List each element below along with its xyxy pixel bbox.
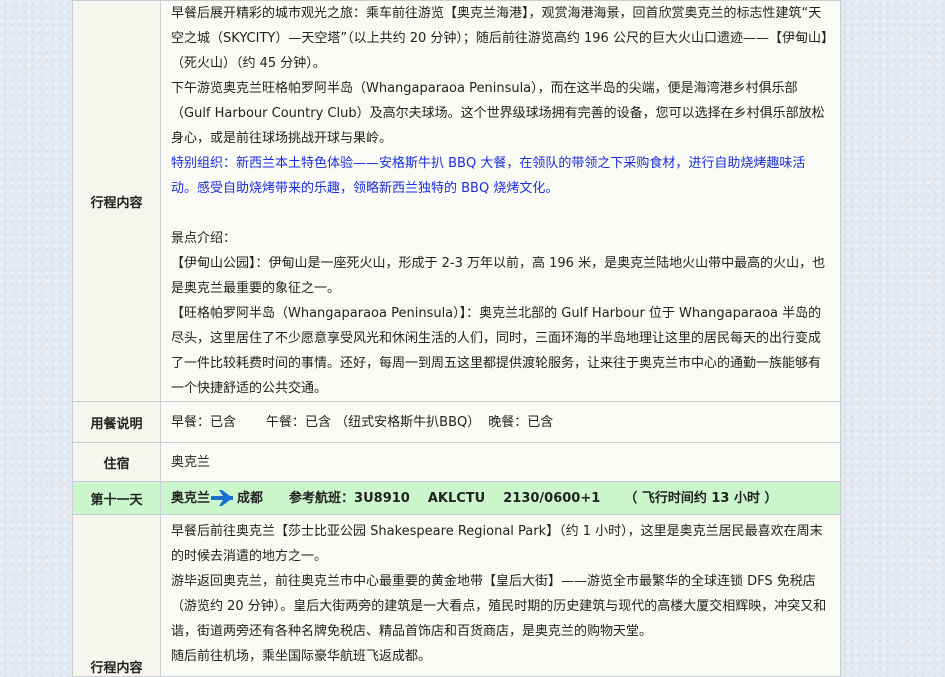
- meals-row: 用餐说明 早餐：已含 午餐：已含 （纽式安格斯牛扒BBQ） 晚餐：已含: [72, 401, 841, 443]
- intro-paragraph: 【伊甸山公园】：伊甸山是一座死火山，形成于 2-3 万年以前，高 196 米，是…: [171, 256, 826, 296]
- paragraph: 游毕返回奥克兰，前往奥克兰市中心最重要的黄金地带【皇后大街】——游览全市最繁华的…: [171, 574, 827, 639]
- day-header-row: 第十一天 奥克兰 成都 参考航班：3U8910 AKLCTU 2130/0600+1 （ …: [72, 481, 841, 515]
- lunch: 午餐：已含 （纽式安格斯牛扒BBQ）: [266, 414, 481, 430]
- breakfast: 早餐：已含: [171, 414, 237, 430]
- row-label: 行程内容: [72, 514, 161, 677]
- arrival-city: 成都: [237, 490, 264, 506]
- itinerary-table-wrapper: 行程内容 早餐后展开精彩的城市观光之旅：乘车前往游览【奥克兰海港】，观赏海港海景…: [72, 0, 841, 677]
- paragraph: 随后前往机场，乘坐国际豪华航班飞返成都。: [171, 649, 432, 664]
- itinerary-row: 行程内容 早餐后展开精彩的城市观光之旅：乘车前往游览【奥克兰海港】，观赏海港海景…: [72, 0, 841, 402]
- dinner: 晚餐：已含: [488, 414, 554, 430]
- row-label: 行程内容: [72, 0, 161, 402]
- lodging-row: 住宿 奥克兰: [72, 442, 841, 482]
- special-activity: 特别组织：新西兰本土特色体验——安格斯牛扒 BBQ 大餐，在领队的带领之下采购食…: [171, 156, 806, 196]
- day-header-content: 奥克兰 成都 参考航班：3U8910 AKLCTU 2130/0600+1 （ 飞行时间约…: [160, 481, 841, 515]
- flight-duration: （ 飞行时间约 13 小时 ）: [624, 490, 778, 506]
- lodging-value: 奥克兰: [160, 442, 841, 482]
- flight-number: 3U8910: [354, 490, 410, 506]
- departure-city: 奥克兰: [171, 490, 211, 506]
- itinerary-content: 早餐后前往奥克兰【莎士比亚公园 Shakespeare Regional Par…: [160, 514, 841, 677]
- plane-arrow-icon: [211, 490, 234, 506]
- intro-paragraph: 【旺格帕罗阿半岛（Whangaparaoa Peninsula）】：奥克兰北部的…: [171, 306, 822, 396]
- day-label: 第十一天: [72, 481, 161, 515]
- intro-heading: 景点介绍：: [171, 231, 237, 246]
- itinerary-row: 行程内容 早餐后前往奥克兰【莎士比亚公园 Shakespeare Regiona…: [72, 514, 841, 677]
- paragraph: 早餐后前往奥克兰【莎士比亚公园 Shakespeare Regional Par…: [171, 524, 823, 564]
- paragraph: 下午游览奥克兰旺格帕罗阿半岛（Whangaparaoa Peninsula），而…: [171, 81, 825, 146]
- row-label: 用餐说明: [72, 401, 161, 443]
- flight-label: 参考航班：: [289, 490, 355, 506]
- paragraph: 早餐后展开精彩的城市观光之旅：乘车前往游览【奥克兰海港】，观赏海港海景，回首欣赏…: [171, 6, 828, 71]
- itinerary-content: 早餐后展开精彩的城市观光之旅：乘车前往游览【奥克兰海港】，观赏海港海景，回首欣赏…: [160, 0, 841, 402]
- flight-route: AKLCTU: [427, 490, 486, 506]
- itinerary-table: 行程内容 早餐后展开精彩的城市观光之旅：乘车前往游览【奥克兰海港】，观赏海港海景…: [72, 0, 841, 677]
- row-label: 住宿: [72, 442, 161, 482]
- meals-content: 早餐：已含 午餐：已含 （纽式安格斯牛扒BBQ） 晚餐：已含: [160, 401, 841, 443]
- flight-times: 2130/0600+1: [503, 490, 601, 506]
